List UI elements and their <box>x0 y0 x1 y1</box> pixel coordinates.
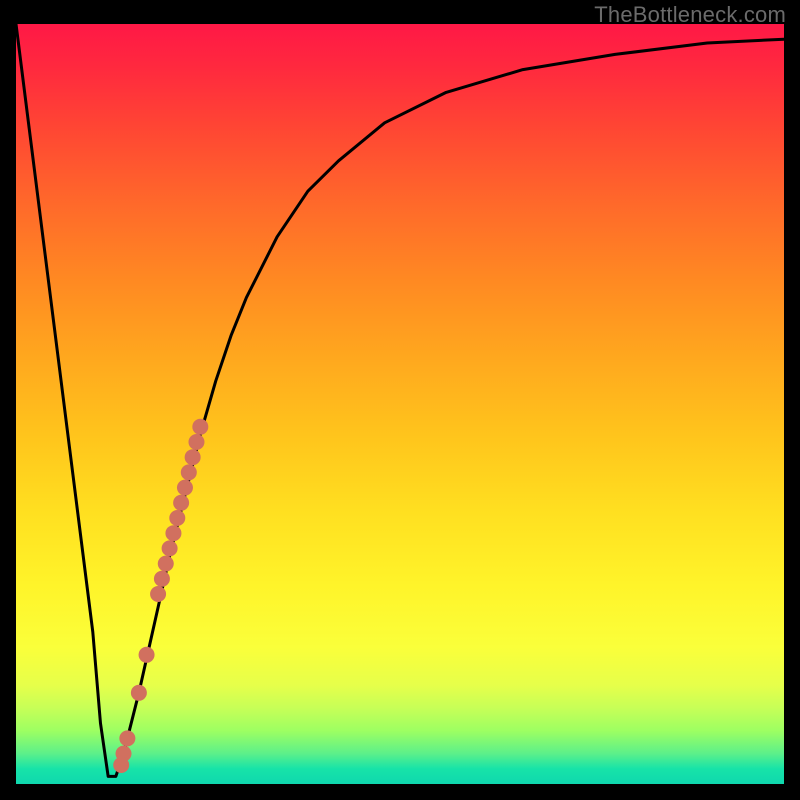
dot-upper-7 <box>169 510 185 526</box>
dot-mid-2 <box>131 685 147 701</box>
dot-upper-2 <box>188 434 204 450</box>
dot-upper-1 <box>192 419 208 435</box>
dot-upper-5 <box>177 480 193 496</box>
dot-upper-6 <box>173 495 189 511</box>
dot-upper-9 <box>162 540 178 556</box>
dot-upper-3 <box>185 449 201 465</box>
dot-mid-1 <box>139 647 155 663</box>
curve-svg <box>16 24 784 784</box>
plot-area <box>16 24 784 784</box>
dot-upper-12 <box>150 586 166 602</box>
dot-low-1 <box>119 730 135 746</box>
dot-upper-8 <box>165 525 181 541</box>
dot-low-3 <box>113 757 129 773</box>
dot-upper-4 <box>181 464 197 480</box>
marker-group <box>113 419 208 773</box>
chart-frame: TheBottleneck.com <box>0 0 800 800</box>
bottleneck-curve <box>16 24 784 776</box>
dot-upper-11 <box>154 571 170 587</box>
dot-upper-10 <box>158 556 174 572</box>
